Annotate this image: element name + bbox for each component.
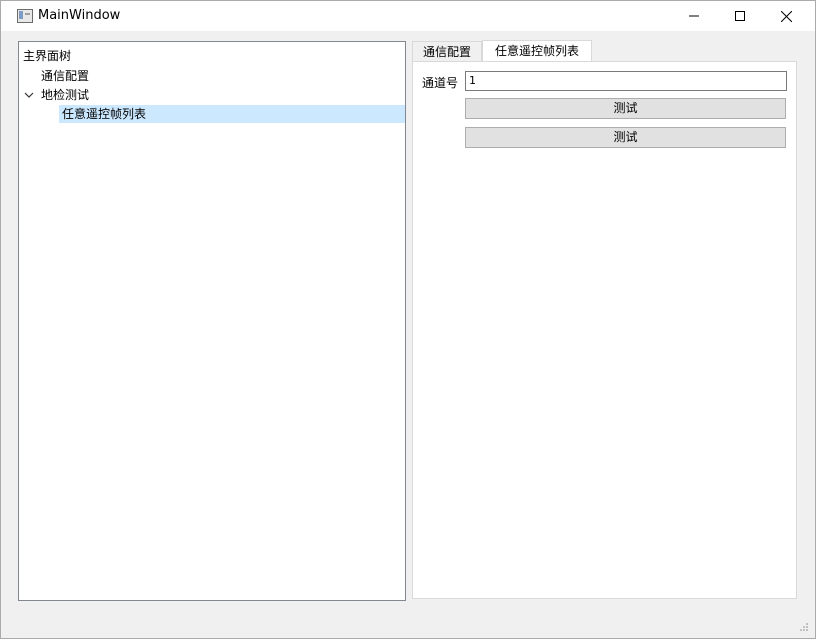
- tab-label: 通信配置: [422, 45, 471, 59]
- tree-item-comm-config[interactable]: 通信配置: [41, 67, 89, 85]
- chevron-down-icon[interactable]: [24, 90, 34, 100]
- tab-telecommand-list[interactable]: 任意遥控帧列表: [482, 40, 592, 61]
- test-button-1[interactable]: 测试: [465, 98, 786, 119]
- channel-label: 通道号: [422, 76, 459, 90]
- minimize-button[interactable]: [671, 1, 717, 31]
- window-title: MainWindow: [38, 8, 121, 23]
- app-window-icon: [17, 9, 33, 23]
- close-button[interactable]: [763, 1, 809, 31]
- tab-label: 任意遥控帧列表: [494, 44, 579, 58]
- maximize-button[interactable]: [717, 1, 763, 31]
- tree-item-label: 通信配置: [41, 69, 90, 83]
- tab-comm-config[interactable]: 通信配置: [412, 41, 482, 61]
- channel-input[interactable]: 1: [465, 71, 787, 91]
- close-icon: [780, 10, 792, 22]
- tree-item-ground-test[interactable]: 地检测试: [41, 86, 89, 104]
- test-button-2[interactable]: 测试: [465, 127, 786, 148]
- tree-header: 主界面树: [23, 49, 72, 63]
- tree-panel[interactable]: 主界面树 通信配置 地检测试 任意遥控帧列表: [18, 41, 406, 601]
- resize-grip-icon[interactable]: [799, 622, 809, 632]
- title-bar[interactable]: MainWindow: [1, 1, 815, 31]
- maximize-icon: [735, 11, 745, 21]
- tree-item-label: 任意遥控帧列表: [62, 107, 147, 121]
- tree-item-telecommand-list[interactable]: 任意遥控帧列表: [59, 105, 405, 123]
- tree-item-label: 地检测试: [41, 88, 90, 102]
- main-window: MainWindow 主界面树 通信配置 地检测试 任意遥控帧列表 通信配置 任…: [0, 0, 816, 639]
- minimize-icon: [689, 15, 699, 17]
